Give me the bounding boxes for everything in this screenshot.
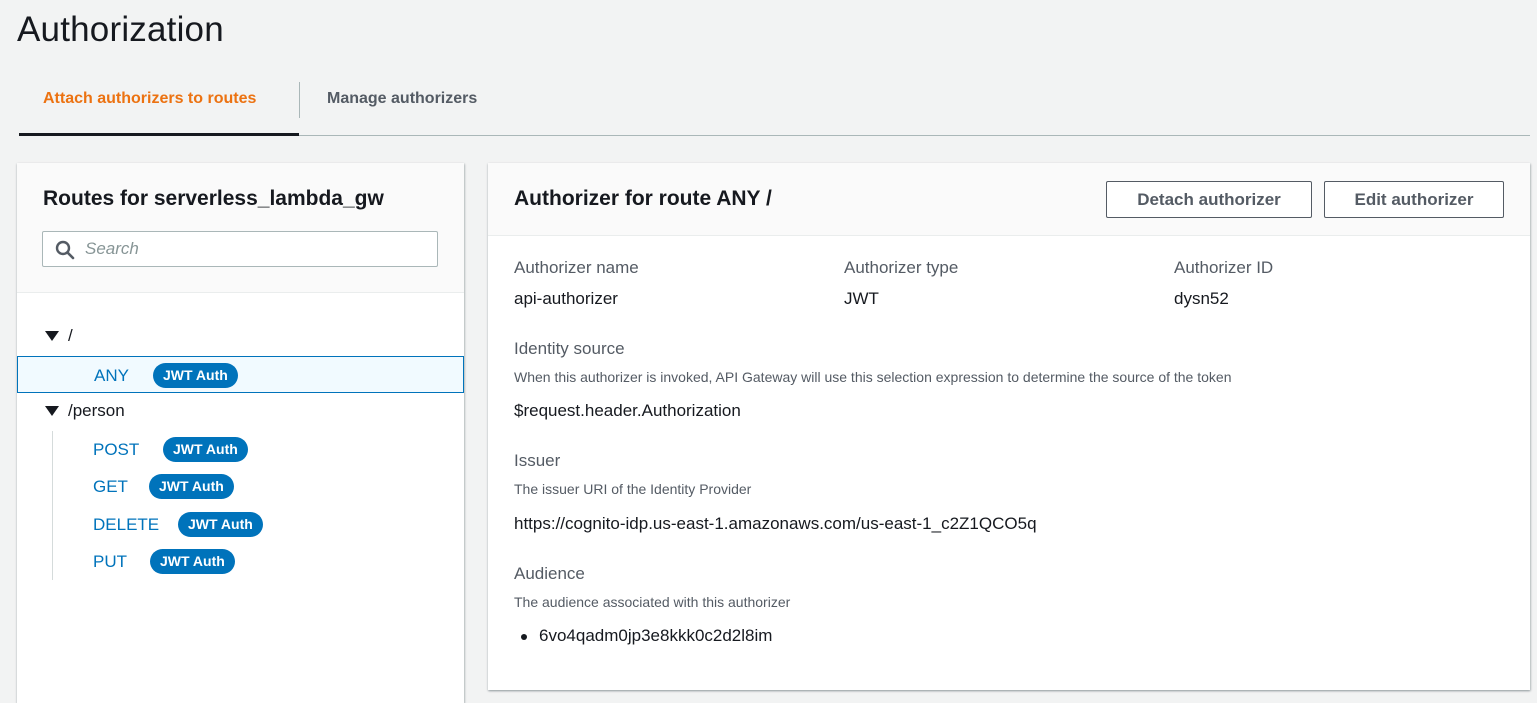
routes-panel: Routes for serverless_lambda_gw / ANY JW… (17, 163, 464, 703)
route-item-any[interactable]: ANY JWT Auth (17, 356, 464, 393)
tab-bar: Attach authorizers to routes Manage auth… (19, 80, 1530, 136)
issuer-value: https://cognito-idp.us-east-1.amazonaws.… (514, 514, 1037, 533)
authorizer-type-value: JWT (844, 289, 879, 308)
identity-source-description: When this authorizer is invoked, API Gat… (514, 369, 1232, 385)
audience-label: Audience (514, 564, 585, 583)
page-title: Authorization (17, 10, 224, 49)
authorizer-detail-panel: Authorizer for route ANY / Detach author… (488, 163, 1530, 690)
route-item-put[interactable]: PUT JWT Auth (17, 543, 464, 580)
route-item-post[interactable]: POST JWT Auth (17, 431, 464, 468)
route-item-get[interactable]: GET JWT Auth (17, 468, 464, 505)
issuer-label: Issuer (514, 451, 561, 470)
identity-source-label: Identity source (514, 339, 625, 358)
routes-panel-header: Routes for serverless_lambda_gw (17, 163, 464, 293)
caret-down-icon[interactable] (45, 406, 59, 416)
audience-value: 6vo4qadm0jp3e8kkk0c2d2l8im (539, 626, 773, 645)
route-path-label: /person (68, 401, 125, 420)
search-box[interactable] (42, 231, 438, 267)
route-method: PUT (93, 552, 127, 571)
route-method: GET (93, 477, 128, 496)
authorizer-detail-header: Authorizer for route ANY / Detach author… (488, 163, 1530, 236)
route-path-label: / (68, 326, 73, 345)
authorizer-detail-title: Authorizer for route ANY / (514, 187, 772, 210)
search-icon (55, 240, 75, 260)
routes-panel-title: Routes for serverless_lambda_gw (43, 187, 384, 210)
authorizer-name-label: Authorizer name (514, 258, 639, 277)
authorizer-id-value: dysn52 (1174, 289, 1229, 308)
route-group-root[interactable]: / (17, 318, 464, 354)
detach-authorizer-button[interactable]: Detach authorizer (1106, 181, 1312, 218)
route-item-delete[interactable]: DELETE JWT Auth (17, 506, 464, 543)
jwt-auth-badge: JWT Auth (149, 474, 234, 499)
authorizer-type-label: Authorizer type (844, 258, 959, 277)
audience-description: The audience associated with this author… (514, 594, 791, 610)
route-method: DELETE (93, 515, 160, 534)
tab-manage-authorizers[interactable]: Manage authorizers (327, 80, 477, 136)
edit-authorizer-button[interactable]: Edit authorizer (1324, 181, 1504, 218)
tab-attach-authorizers[interactable]: Attach authorizers to routes (19, 80, 299, 136)
route-group-person[interactable]: /person (17, 393, 464, 429)
tab-separator (299, 82, 300, 118)
identity-source-value: $request.header.Authorization (514, 401, 741, 420)
jwt-auth-badge: JWT Auth (178, 512, 263, 537)
jwt-auth-badge: JWT Auth (163, 437, 248, 462)
caret-down-icon[interactable] (45, 331, 59, 341)
jwt-auth-badge: JWT Auth (150, 549, 235, 574)
authorizer-id-label: Authorizer ID (1174, 258, 1274, 277)
jwt-auth-badge: JWT Auth (153, 363, 238, 388)
audience-bullet (521, 634, 527, 640)
route-method: ANY (94, 366, 129, 385)
route-method: POST (93, 440, 140, 459)
authorizer-name-value: api-authorizer (514, 289, 618, 308)
search-input[interactable] (85, 236, 425, 262)
issuer-description: The issuer URI of the Identity Provider (514, 481, 752, 497)
